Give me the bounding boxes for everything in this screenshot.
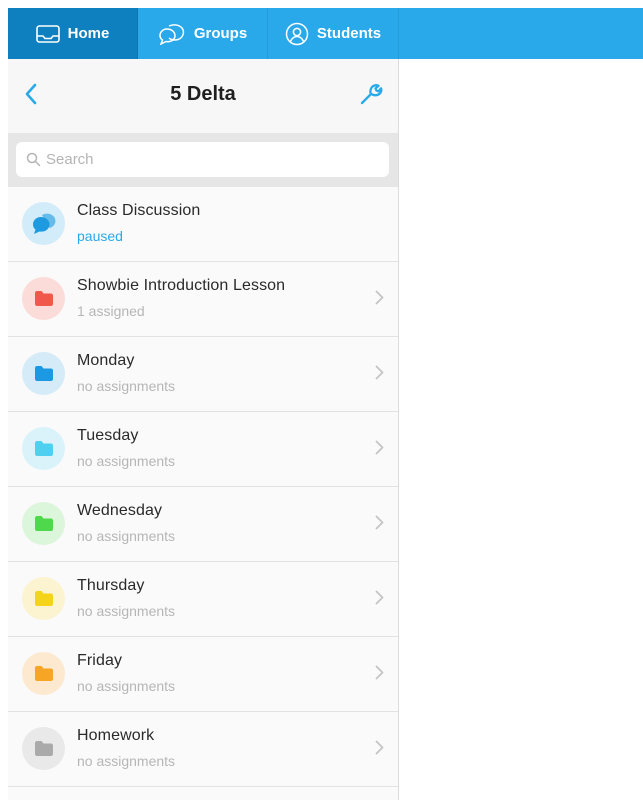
chevron-right-icon [375,440,384,455]
folder-icon [22,727,65,770]
list-item-title: Showbie Introduction Lesson [77,277,286,294]
list-item-title: Monday [77,352,135,369]
list-item[interactable]: Showbie Introduction Lesson 1 assigned [8,262,398,337]
list-item-subtitle: no assignments [77,753,176,769]
top-tab-bar: Home Groups Students [8,8,643,59]
list-item-subtitle: paused [77,228,123,244]
search-bar [8,133,398,187]
tab-home-label: Home [67,25,110,42]
folder-icon [22,652,65,695]
page-title: 5 Delta [170,83,236,105]
list-item-subtitle: no assignments [77,528,176,544]
folder-icon [22,277,65,320]
list-item-title: Wednesday [77,502,163,519]
folder-icon [22,427,65,470]
list-item-subtitle: no assignments [77,603,176,619]
list-item-subtitle: no assignments [77,378,176,394]
tab-groups[interactable]: Groups [138,8,268,59]
wrench-icon [359,82,383,111]
list-item-title: Tuesday [77,427,139,444]
list-item-subtitle: 1 assigned [77,303,145,319]
chevron-right-icon [375,590,384,605]
assignment-folder-list: Class Discussion paused Showbie Introducti… [8,187,398,787]
list-item[interactable]: Tuesday no assignments [8,412,398,487]
list-item[interactable]: Thursday no assignments [8,562,398,637]
list-item[interactable]: Class Discussion paused [8,187,398,262]
list-item-title: Class Discussion [77,202,201,219]
discussion-icon [22,202,65,245]
class-panel: 5 Delta Class Discussion paused Showbie In… [8,59,399,800]
inbox-icon [35,24,60,43]
list-item[interactable]: Homework no assignments [8,712,398,787]
folder-icon [22,352,65,395]
chevron-right-icon [375,515,384,530]
chevron-right-icon [375,290,384,305]
tab-groups-label: Groups [193,25,248,42]
search-input[interactable] [46,151,366,168]
list-item[interactable]: Monday no assignments [8,337,398,412]
chevron-right-icon [375,740,384,755]
search-icon [26,152,41,167]
search-box[interactable] [16,142,389,177]
list-item-subtitle: no assignments [77,453,176,469]
chevron-right-icon [375,365,384,380]
folder-icon [22,502,65,545]
navigation-bar: 5 Delta [8,59,398,133]
list-item-title: Homework [77,727,155,744]
folder-icon [22,577,65,620]
person-icon [285,22,309,46]
list-item[interactable]: Friday no assignments [8,637,398,712]
list-item[interactable]: Wednesday no assignments [8,487,398,562]
tab-home[interactable]: Home [8,8,138,59]
settings-button[interactable] [356,81,386,111]
tab-students[interactable]: Students [268,8,399,59]
chevron-right-icon [375,665,384,680]
list-item-subtitle: no assignments [77,678,176,694]
list-item-title: Thursday [77,577,145,594]
chat-bubbles-icon [158,23,186,45]
tab-students-label: Students [316,25,382,42]
list-item-title: Friday [77,652,123,669]
